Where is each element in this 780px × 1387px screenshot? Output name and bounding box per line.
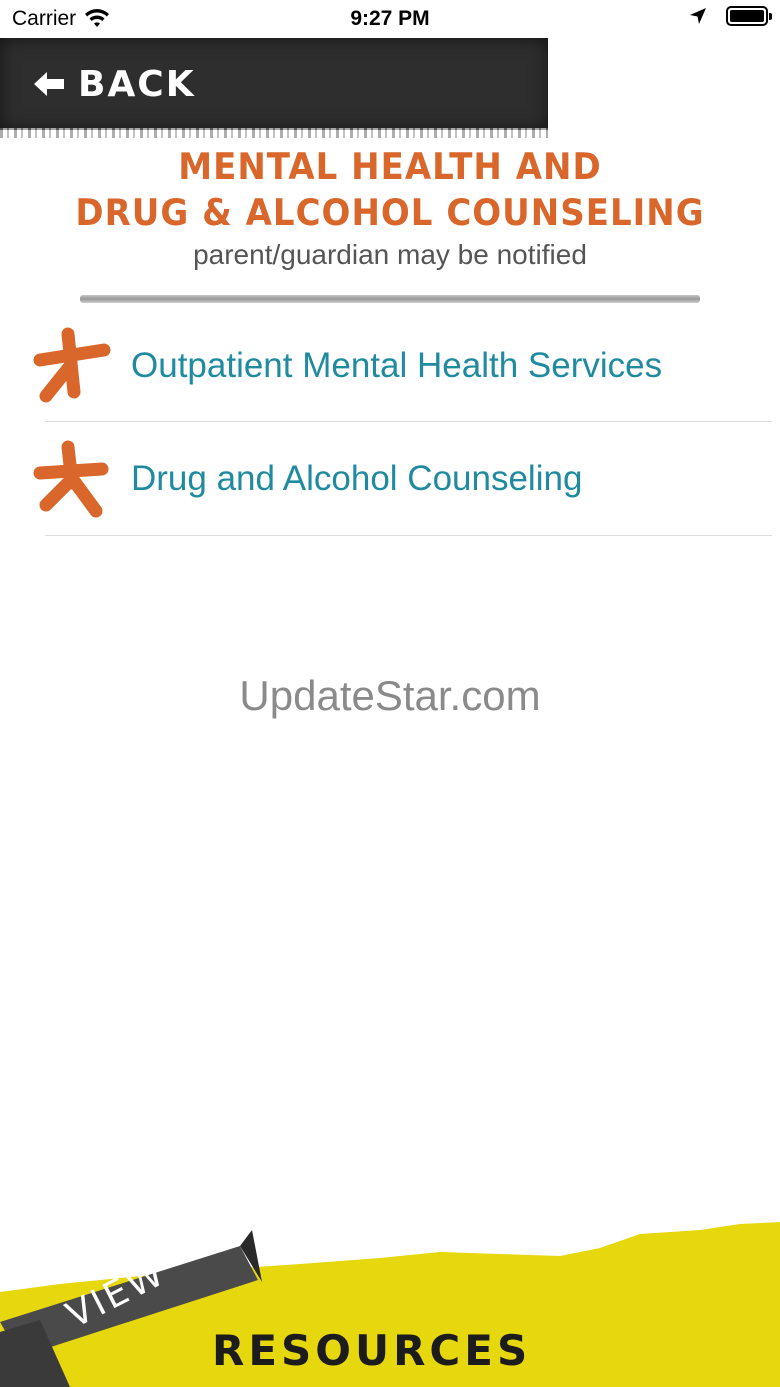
watermark: UpdateStar.com: [239, 672, 541, 719]
status-right-group: [688, 6, 772, 26]
page-title-block: MENTAL HEALTH AND DRUG & ALCOHOL COUNSEL…: [0, 144, 780, 272]
page-title-line-1: MENTAL HEALTH AND: [178, 145, 602, 189]
back-label: BACK: [78, 63, 196, 105]
status-bar: Carrier 9:27 PM: [0, 0, 780, 38]
resources-label: RESOURCES: [212, 1326, 532, 1375]
list-item-label: Outpatient Mental Health Services: [131, 346, 663, 385]
battery-icon: [726, 6, 772, 26]
title-divider: [80, 295, 700, 303]
services-list: Outpatient Mental Health Services Drug a…: [0, 310, 780, 536]
page-subtitle: parent/guardian may be notified: [193, 239, 587, 270]
list-item-label: Drug and Alcohol Counseling: [131, 459, 583, 498]
page-title-line-2: DRUG & ALCOHOL COUNSELING: [75, 191, 705, 235]
status-time: 9:27 PM: [350, 7, 430, 30]
location-arrow-icon: [690, 8, 706, 24]
list-item-outpatient-mental-health[interactable]: Outpatient Mental Health Services: [0, 310, 780, 422]
list-item-drug-alcohol-counseling[interactable]: Drug and Alcohol Counseling: [0, 422, 780, 536]
asterisk-icon: [33, 440, 109, 518]
back-arrow-icon: [34, 72, 64, 96]
back-button[interactable]: BACK: [0, 38, 548, 138]
asterisk-icon: [33, 327, 111, 403]
